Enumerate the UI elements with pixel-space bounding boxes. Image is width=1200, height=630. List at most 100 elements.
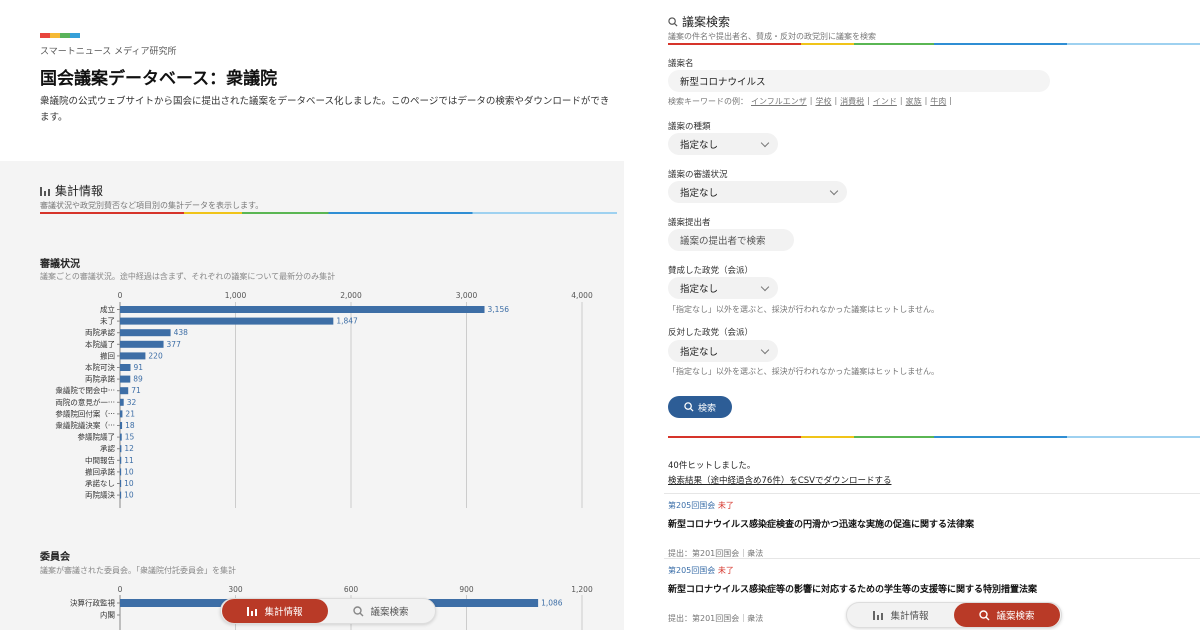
data-label: 377 (167, 340, 182, 349)
y-tick-label: 本院可決 (85, 362, 115, 372)
y-tick-label: 中間報告 (85, 455, 115, 465)
keyword-link[interactable]: インフルエンザ (751, 96, 807, 107)
chart2-subtitle: 議案が審議された委員会。「衆議院付託委員会」を集計 (40, 566, 236, 575)
data-label: 89 (133, 375, 143, 384)
bar (120, 410, 123, 418)
stats-section-subtitle: 審議状況や政党別賛否など項目別の集計データを表示します。 (40, 201, 264, 210)
status-badge: 未了 (717, 501, 734, 510)
csv-download-link[interactable]: 検索結果（途中経過含め76件）をCSVでダウンロードする (668, 474, 891, 486)
name-field-label: 議案名 (668, 59, 694, 69)
y-tick-label: 承諾なし (85, 478, 115, 488)
x-tick-label: 4,000 (571, 291, 593, 300)
bar (120, 422, 123, 429)
page-header: スマートニュース メディア研究所 国会議案データベース：衆議院 衆議院の公式ウェ… (0, 0, 624, 161)
search-icon (353, 605, 364, 616)
oppose-party-select[interactable]: 指定なし (668, 340, 778, 362)
bar (120, 387, 129, 395)
status-chart: 0 1,000 2,000 3,000 4,000 成立 3,156 未了 1,847 両院承認 4… (55, 291, 593, 508)
bar (120, 433, 122, 441)
submitter-input[interactable]: 議案の提出者で検索 (668, 229, 794, 251)
y-tick-label: 成立 (100, 304, 115, 314)
type-field-label: 議案の種類 (668, 122, 711, 132)
data-label: 3,156 (488, 305, 510, 314)
type-select[interactable]: 指定なし (668, 133, 778, 155)
status-field-label: 議案の審議状況 (668, 170, 728, 180)
result-item[interactable]: 第205回国会 未了 新型コロナウイルス感染症検査の円滑かつ迅速な実施の促進に関… (664, 493, 1200, 559)
y-tick-label: 両院議決 (85, 490, 115, 500)
tab-stats[interactable]: 集計情報 (848, 603, 954, 627)
tab-search[interactable]: 議案検索 (954, 603, 1060, 627)
data-label: 15 (125, 433, 135, 442)
result-title[interactable]: 新型コロナウイルス感染症等の影響に対応するための学生等の支援等に関する特別措置法… (668, 582, 1188, 595)
y-tick-label: 衆議院で閉会中··· (55, 385, 115, 395)
y-tick-label: 本院議了 (85, 339, 115, 349)
chevron-down-icon (760, 138, 770, 148)
tab-search[interactable]: 議案検索 (328, 599, 434, 623)
section-divider (668, 43, 1200, 45)
bill-name-input[interactable]: 新型コロナウイルス (668, 70, 1050, 92)
tab-stats[interactable]: 集計情報 (222, 599, 328, 623)
chart1-title: 審議状況 (40, 259, 80, 270)
data-label: 10 (124, 467, 134, 476)
data-label: 438 (174, 328, 189, 337)
bar (120, 375, 131, 383)
chevron-down-icon (760, 345, 770, 355)
chart1-subtitle: 議案ごとの審議状況。途中経過は含まず、それぞれの議案について最新分のみ集計 (40, 272, 336, 281)
data-label: 10 (124, 491, 134, 500)
chevron-down-icon (829, 186, 839, 196)
data-label: 71 (131, 386, 141, 395)
x-tick-label: 1,200 (571, 585, 593, 594)
bar (120, 456, 122, 464)
search-icon (684, 402, 694, 412)
result-title[interactable]: 新型コロナウイルス感染症検査の円滑かつ迅速な実施の促進に関する法律案 (668, 517, 1188, 530)
y-tick-label: 承認 (100, 443, 115, 453)
bar-chart-icon (873, 611, 884, 620)
keyword-link[interactable]: インド (873, 96, 897, 107)
bottom-tab-bar-right: 集計情報 議案検索 (846, 602, 1062, 628)
y-tick-label: 両院承諾 (85, 374, 115, 384)
status-badge: 未了 (717, 566, 734, 575)
page-title: 国会議案データベース：衆議院 (40, 69, 278, 89)
x-tick-label: 0 (118, 291, 123, 300)
bar (120, 352, 146, 360)
x-tick-label: 600 (344, 585, 359, 594)
search-button[interactable]: 検索 (668, 396, 732, 418)
bar (120, 480, 122, 487)
bar (120, 398, 124, 406)
agree-party-select[interactable]: 指定なし (668, 277, 778, 299)
keyword-link[interactable]: 消費税 (840, 96, 864, 107)
x-tick-label: 1,000 (225, 291, 247, 300)
keyword-link[interactable]: 学校 (815, 96, 831, 107)
bottom-tab-bar-left: 集計情報 議案検索 (220, 598, 436, 624)
hit-count: 40件ヒットしました。 (668, 461, 756, 471)
y-tick-label: 撤回承諾 (85, 466, 115, 476)
y-tick-label: 決算行政監視 (70, 598, 115, 608)
keyword-examples: 検索キーワードの例： インフルエンザ | 学校 | 消費税 | インド | 家族 | 牛肉… (668, 96, 952, 107)
keyword-link[interactable]: 牛肉 (930, 96, 946, 107)
bar (120, 329, 171, 337)
bar (120, 364, 131, 371)
bar (120, 306, 485, 313)
brand-name: スマートニュース メディア研究所 (40, 47, 177, 57)
submitter-field-label: 議案提出者 (668, 218, 711, 228)
page-description: 衆議院の公式ウェブサイトから国会に提出された議案をデータベース化しました。このペ… (40, 96, 610, 123)
bar-chart-icon (247, 607, 258, 616)
status-select[interactable]: 指定なし (668, 181, 847, 203)
oppose-note: 「指定なし」以外を選ぶと、採決が行われなかった議案はヒットしません。 (668, 367, 940, 376)
data-label: 32 (127, 398, 137, 407)
chevron-down-icon (760, 282, 770, 292)
search-icon (668, 16, 678, 27)
data-label: 1,847 (336, 317, 358, 326)
bar (120, 340, 164, 348)
chart2-title: 委員会 (40, 552, 70, 563)
data-label: 18 (125, 421, 135, 430)
keyword-link[interactable]: 家族 (906, 96, 922, 107)
agree-field-label: 賛成した政党（会派） (668, 266, 754, 276)
y-tick-label: 両院の意見が一··· (55, 397, 115, 407)
left-panel: スマートニュース メディア研究所 国会議案データベース：衆議院 衆議院の公式ウェ… (0, 0, 624, 630)
y-tick-label: 参議院議了 (78, 432, 116, 442)
data-label: 11 (124, 456, 134, 465)
section-divider (40, 212, 617, 214)
y-tick-label: 参議院回付案（··· (55, 408, 115, 418)
y-tick-label: 未了 (100, 316, 115, 326)
